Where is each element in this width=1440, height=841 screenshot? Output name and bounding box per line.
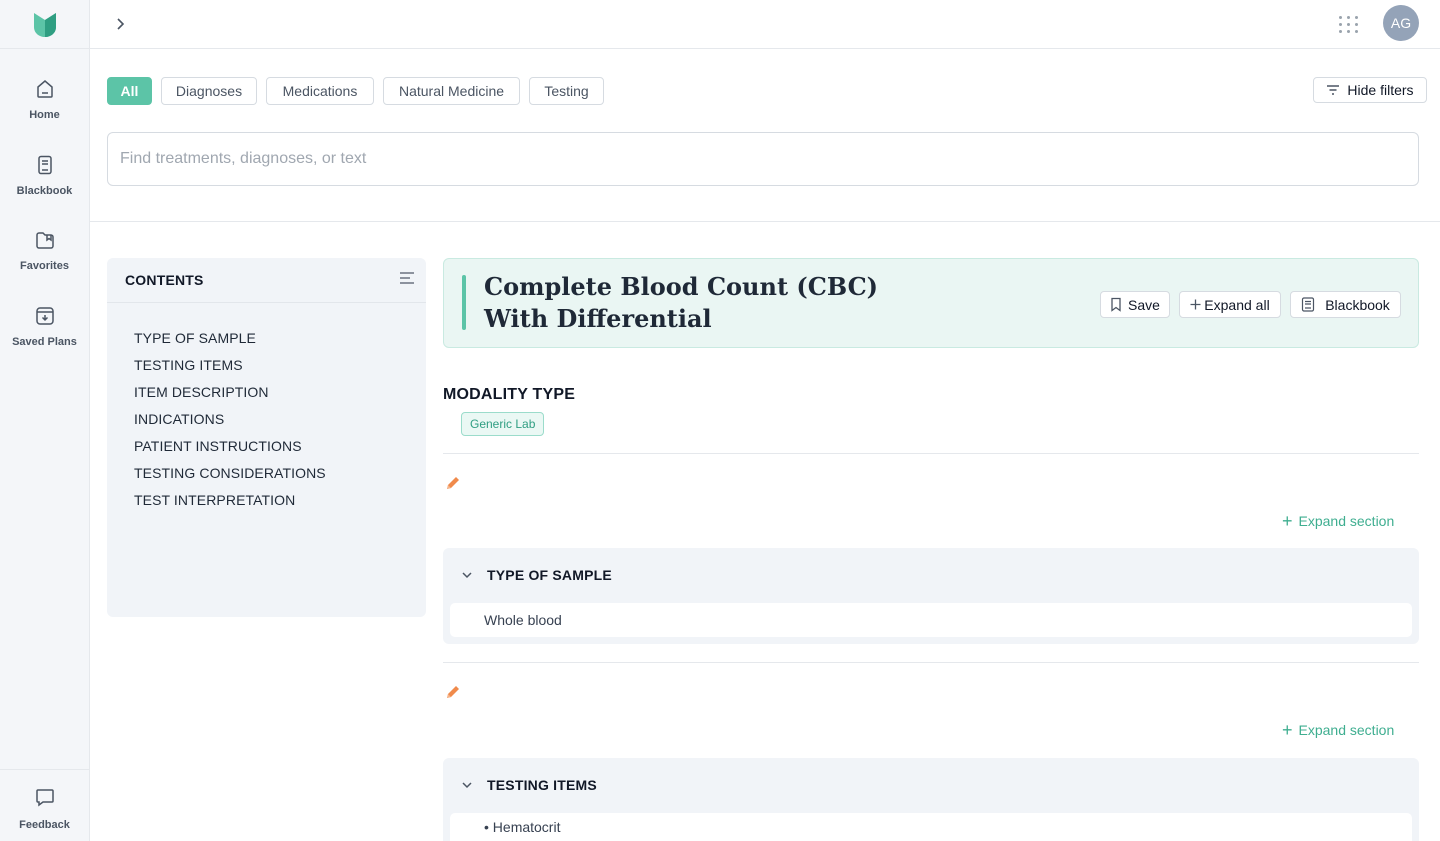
- expand-section-label: Expand section: [1298, 722, 1395, 738]
- book-icon: [1302, 297, 1315, 312]
- rail-item-saved-plans[interactable]: Saved Plans: [0, 304, 89, 368]
- plus-icon: +: [1282, 720, 1293, 740]
- app-logo[interactable]: [0, 0, 89, 49]
- hide-filters-label: Hide filters: [1347, 82, 1414, 98]
- bookmark-icon: [1111, 297, 1121, 312]
- contents-item-type-of-sample[interactable]: TYPE OF SAMPLE: [134, 325, 426, 352]
- filter-chip-natural-medicine[interactable]: Natural Medicine: [383, 77, 520, 105]
- home-icon: [33, 77, 57, 101]
- contents-title: CONTENTS: [125, 272, 204, 288]
- divider: [90, 221, 1440, 222]
- save-button[interactable]: Save: [1100, 291, 1170, 318]
- blackbook-button[interactable]: Blackbook: [1290, 291, 1401, 318]
- modality-type-heading: MODALITY TYPE: [443, 386, 576, 403]
- chevron-right-icon: [117, 18, 125, 30]
- section-header[interactable]: TESTING ITEMS: [443, 758, 1419, 812]
- save-label: Save: [1128, 296, 1160, 313]
- rail-item-favorites[interactable]: Favorites: [0, 228, 89, 292]
- expand-section-button[interactable]: + Expand section: [1282, 719, 1394, 741]
- rail-item-label: Home: [29, 109, 60, 121]
- contents-item-indications[interactable]: INDICATIONS: [134, 406, 426, 433]
- folder-icon: [33, 228, 57, 252]
- rail-item-blackbook[interactable]: Blackbook: [0, 153, 89, 217]
- expand-all-button[interactable]: Expand all: [1179, 291, 1281, 318]
- rail-item-feedback[interactable]: Feedback: [0, 769, 89, 841]
- expand-section-label: Expand section: [1298, 513, 1395, 529]
- section-title: TESTING ITEMS: [487, 777, 597, 793]
- book-icon: [33, 153, 57, 177]
- chevron-down-icon: [462, 782, 472, 789]
- rail-item-home[interactable]: Home: [0, 77, 89, 141]
- rail-item-label: Blackbook: [16, 185, 73, 197]
- blackbook-label: Blackbook: [1325, 296, 1390, 313]
- modality-tag: Generic Lab: [461, 412, 545, 436]
- pencil-icon[interactable]: [444, 474, 462, 492]
- divider: [443, 453, 1419, 454]
- hide-filters-button[interactable]: Hide filters: [1313, 77, 1427, 103]
- expand-section-button[interactable]: + Expand section: [1282, 510, 1394, 532]
- filter-chip-medications[interactable]: Medications: [266, 77, 374, 105]
- filter-chip-testing[interactable]: Testing: [529, 77, 604, 105]
- save-box-icon: [33, 304, 57, 328]
- rail-item-label: Feedback: [19, 819, 70, 831]
- logo-icon: [33, 13, 56, 37]
- avatar[interactable]: AG: [1383, 5, 1419, 41]
- apps-grid-button[interactable]: [1337, 12, 1361, 36]
- filter-icon: [1327, 85, 1340, 95]
- top-bar: AG: [90, 0, 1440, 49]
- chat-bubble-icon: [34, 786, 56, 813]
- section-body: • Hematocrit: [450, 813, 1412, 841]
- filter-chip-diagnoses[interactable]: Diagnoses: [161, 77, 257, 105]
- rail-item-label: Favorites: [20, 260, 69, 272]
- rail-item-label: Saved Plans: [12, 336, 77, 348]
- divider: [443, 662, 1419, 663]
- contents-item-testing-considerations[interactable]: TESTING CONSIDERATIONS: [134, 460, 426, 487]
- contents-header: CONTENTS: [107, 258, 426, 303]
- page-title: Complete Blood Count (CBC) With Differen…: [484, 272, 879, 333]
- chevron-down-icon: [462, 572, 472, 579]
- contents-panel: CONTENTS TYPE OF SAMPLE TESTING ITEMS IT…: [107, 258, 426, 617]
- plus-icon: [1190, 299, 1201, 310]
- contents-item-test-interpretation[interactable]: TEST INTERPRETATION: [134, 487, 426, 514]
- expand-all-label: Expand all: [1204, 296, 1270, 313]
- filter-chip-all[interactable]: All: [107, 77, 152, 105]
- section-testing-items: TESTING ITEMS • Hematocrit: [443, 758, 1419, 841]
- list-icon[interactable]: [398, 270, 416, 291]
- section-type-of-sample: TYPE OF SAMPLE Whole blood: [443, 548, 1419, 644]
- contents-item-patient-instructions[interactable]: PATIENT INSTRUCTIONS: [134, 433, 426, 460]
- section-title: TYPE OF SAMPLE: [487, 567, 612, 583]
- contents-item-testing-items[interactable]: TESTING ITEMS: [134, 352, 426, 379]
- contents-list: TYPE OF SAMPLE TESTING ITEMS ITEM DESCRI…: [107, 303, 426, 514]
- plus-icon: +: [1282, 511, 1293, 531]
- title-accent-bar: [462, 275, 466, 330]
- article-title-card: Complete Blood Count (CBC) With Differen…: [443, 258, 1419, 348]
- section-body: Whole blood: [450, 603, 1412, 637]
- section-header[interactable]: TYPE OF SAMPLE: [443, 548, 1419, 602]
- apps-grid-icon: [1339, 15, 1342, 19]
- expand-sidebar-button[interactable]: [108, 12, 132, 36]
- search-input[interactable]: [107, 132, 1419, 186]
- pencil-icon[interactable]: [444, 683, 462, 701]
- left-rail: Home Blackbook Favorites Saved Plans Fee…: [0, 0, 90, 841]
- contents-item-item-description[interactable]: ITEM DESCRIPTION: [134, 379, 426, 406]
